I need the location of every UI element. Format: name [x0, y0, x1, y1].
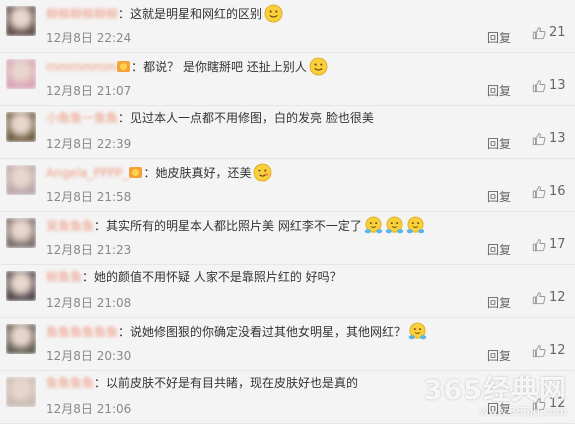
- comment-row: mmmmmm ：都说？ 是你瞎掰吧 还扯上别人 12月8日 21:07 回复 13: [0, 53, 575, 106]
- avatar[interactable]: [6, 165, 36, 195]
- vip-badge-icon: [117, 61, 131, 72]
- comment-row: 柳鱼鱼：她的颜值不用怀疑 人家不是靠照片红的 好吗？ 12月8日 21:08 回复 1…: [0, 265, 575, 318]
- separator: ：: [143, 166, 156, 180]
- avatar[interactable]: [6, 6, 36, 36]
- comment-text: mmmmmm ：都说？ 是你瞎掰吧 还扯上别人: [46, 57, 328, 76]
- like-count: 13: [549, 78, 566, 93]
- comment-time: 12月8日 20:30: [46, 349, 132, 363]
- username-link[interactable]: 柳柳柳柳柳柳: [46, 7, 118, 21]
- comment-text: 吴鱼鱼鱼：其实所有的明星本人都比照片美 网红李不一定了: [46, 216, 425, 235]
- watermark: 365经典网 www.365jd.com: [424, 368, 567, 418]
- wink-emoji-icon: [253, 163, 272, 182]
- like-count: 13: [549, 131, 566, 146]
- comment-text: 柳柳柳柳柳柳：这就是明星和网红的区别: [46, 4, 283, 23]
- like-count: 12: [549, 290, 566, 305]
- separator: ：: [94, 376, 107, 390]
- thumbs-up-icon: [532, 238, 549, 252]
- username-link[interactable]: 柳鱼鱼: [46, 270, 82, 284]
- username-link[interactable]: 鱼鱼鱼鱼: [46, 376, 94, 390]
- thumbs-up-icon: [532, 26, 549, 40]
- avatar[interactable]: [6, 377, 36, 407]
- avatar[interactable]: [6, 218, 36, 248]
- username-link[interactable]: 鱼鱼鱼鱼鱼鱼: [46, 325, 118, 339]
- comment-time: 12月8日 21:58: [46, 190, 132, 204]
- comment-body: 这就是明星和网红的区别: [130, 7, 263, 21]
- avatar[interactable]: [6, 324, 36, 354]
- comment-time: 12月8日 21:23: [46, 243, 132, 257]
- separator: ：: [118, 325, 131, 339]
- avatar[interactable]: [6, 59, 36, 89]
- comment-body: 说她修图狠的你确定没看过其他女明星，其他网红？: [130, 325, 407, 339]
- reply-button[interactable]: 回复: [487, 241, 511, 258]
- reply-button[interactable]: 回复: [487, 188, 511, 205]
- separator: ：: [94, 219, 107, 233]
- like-button[interactable]: 12: [532, 290, 566, 305]
- username-link[interactable]: 小鱼鱼一鱼鱼: [46, 111, 118, 125]
- comment-time: 12月8日 22:24: [46, 31, 132, 45]
- separator: ：: [118, 7, 131, 21]
- watermark-title: 365经典网: [423, 375, 567, 406]
- reply-button[interactable]: 回复: [487, 347, 511, 364]
- comment-time: 12月8日 21:08: [46, 296, 132, 310]
- reply-button[interactable]: 回复: [487, 294, 511, 311]
- like-count: 17: [549, 237, 566, 252]
- comment-text: 鱼鱼鱼鱼鱼鱼：说她修图狠的你确定没看过其他女明星，其他网红？: [46, 322, 427, 341]
- avatar[interactable]: [6, 112, 36, 142]
- comment-text: 小鱼鱼一鱼鱼：见过本人一点都不用修图，白的发亮 脸也很美: [46, 110, 374, 126]
- username-link[interactable]: mmmmmm: [46, 60, 116, 74]
- thumbs-up-icon: [532, 79, 549, 93]
- separator: ：: [82, 270, 95, 284]
- like-count: 21: [549, 25, 566, 40]
- reply-button[interactable]: 回复: [487, 29, 511, 46]
- comment-text: Angela_PPPP_ ：她皮肤真好，还美: [46, 163, 272, 182]
- username-link[interactable]: Angela_PPPP_: [46, 166, 128, 180]
- like-button[interactable]: 12: [532, 343, 566, 358]
- thumbs-up-icon: [532, 132, 549, 146]
- comment-row: 柳柳柳柳柳柳：这就是明星和网红的区别 12月8日 22:24 回复 21: [0, 0, 575, 53]
- separator: ：: [118, 111, 131, 125]
- comment-row: 小鱼鱼一鱼鱼：见过本人一点都不用修图，白的发亮 脸也很美 12月8日 22:39 回…: [0, 106, 575, 159]
- username-link[interactable]: 吴鱼鱼鱼: [46, 219, 94, 233]
- smile-emoji-icon: [309, 57, 328, 76]
- like-button[interactable]: 21: [532, 25, 566, 40]
- hug-emoji-icon: [385, 216, 404, 235]
- comment-time: 12月8日 22:39: [46, 137, 132, 151]
- comment-text: 柳鱼鱼：她的颜值不用怀疑 人家不是靠照片红的 好吗？: [46, 269, 342, 285]
- separator: ：: [131, 60, 144, 74]
- thumbs-up-icon: [532, 344, 549, 358]
- like-count: 12: [549, 343, 566, 358]
- comment-time: 12月8日 21:07: [46, 84, 132, 98]
- thumbs-up-icon: [532, 185, 549, 199]
- smile-emoji-icon: [264, 4, 283, 23]
- vip-badge-icon: [129, 167, 143, 178]
- comment-body: 她皮肤真好，还美: [155, 166, 252, 180]
- comment-body: 都说？ 是你瞎掰吧 还扯上别人: [143, 60, 307, 74]
- comment-body: 她的颜值不用怀疑 人家不是靠照片红的 好吗？: [94, 270, 342, 284]
- comment-body: 见过本人一点都不用修图，白的发亮 脸也很美: [130, 111, 374, 125]
- hug-emoji-icon: [406, 216, 425, 235]
- reply-button[interactable]: 回复: [487, 82, 511, 99]
- thumbs-up-icon: [532, 291, 549, 305]
- like-count: 16: [549, 184, 566, 199]
- like-button[interactable]: 16: [532, 184, 566, 199]
- comment-row: 吴鱼鱼鱼：其实所有的明星本人都比照片美 网红李不一定了 12月8日 21:23 回复…: [0, 212, 575, 265]
- comment-body: 其实所有的明星本人都比照片美 网红李不一定了: [106, 219, 362, 233]
- like-button[interactable]: 17: [532, 237, 566, 252]
- comment-text: 鱼鱼鱼鱼：以前皮肤不好是有目共睹，现在皮肤好也是真的: [46, 375, 358, 391]
- like-button[interactable]: 13: [532, 78, 566, 93]
- comment-body: 以前皮肤不好是有目共睹，现在皮肤好也是真的: [106, 376, 359, 390]
- like-button[interactable]: 13: [532, 131, 566, 146]
- hug-emoji-icon: [364, 216, 383, 235]
- comment-time: 12月8日 21:06: [46, 402, 132, 416]
- comment-row: 鱼鱼鱼鱼鱼鱼：说她修图狠的你确定没看过其他女明星，其他网红？ 12月8日 20:3…: [0, 318, 575, 371]
- avatar[interactable]: [6, 271, 36, 301]
- reply-button[interactable]: 回复: [487, 135, 511, 152]
- hug-emoji-icon: [408, 322, 427, 341]
- comment-row: Angela_PPPP_ ：她皮肤真好，还美 12月8日 21:58 回复 16: [0, 159, 575, 212]
